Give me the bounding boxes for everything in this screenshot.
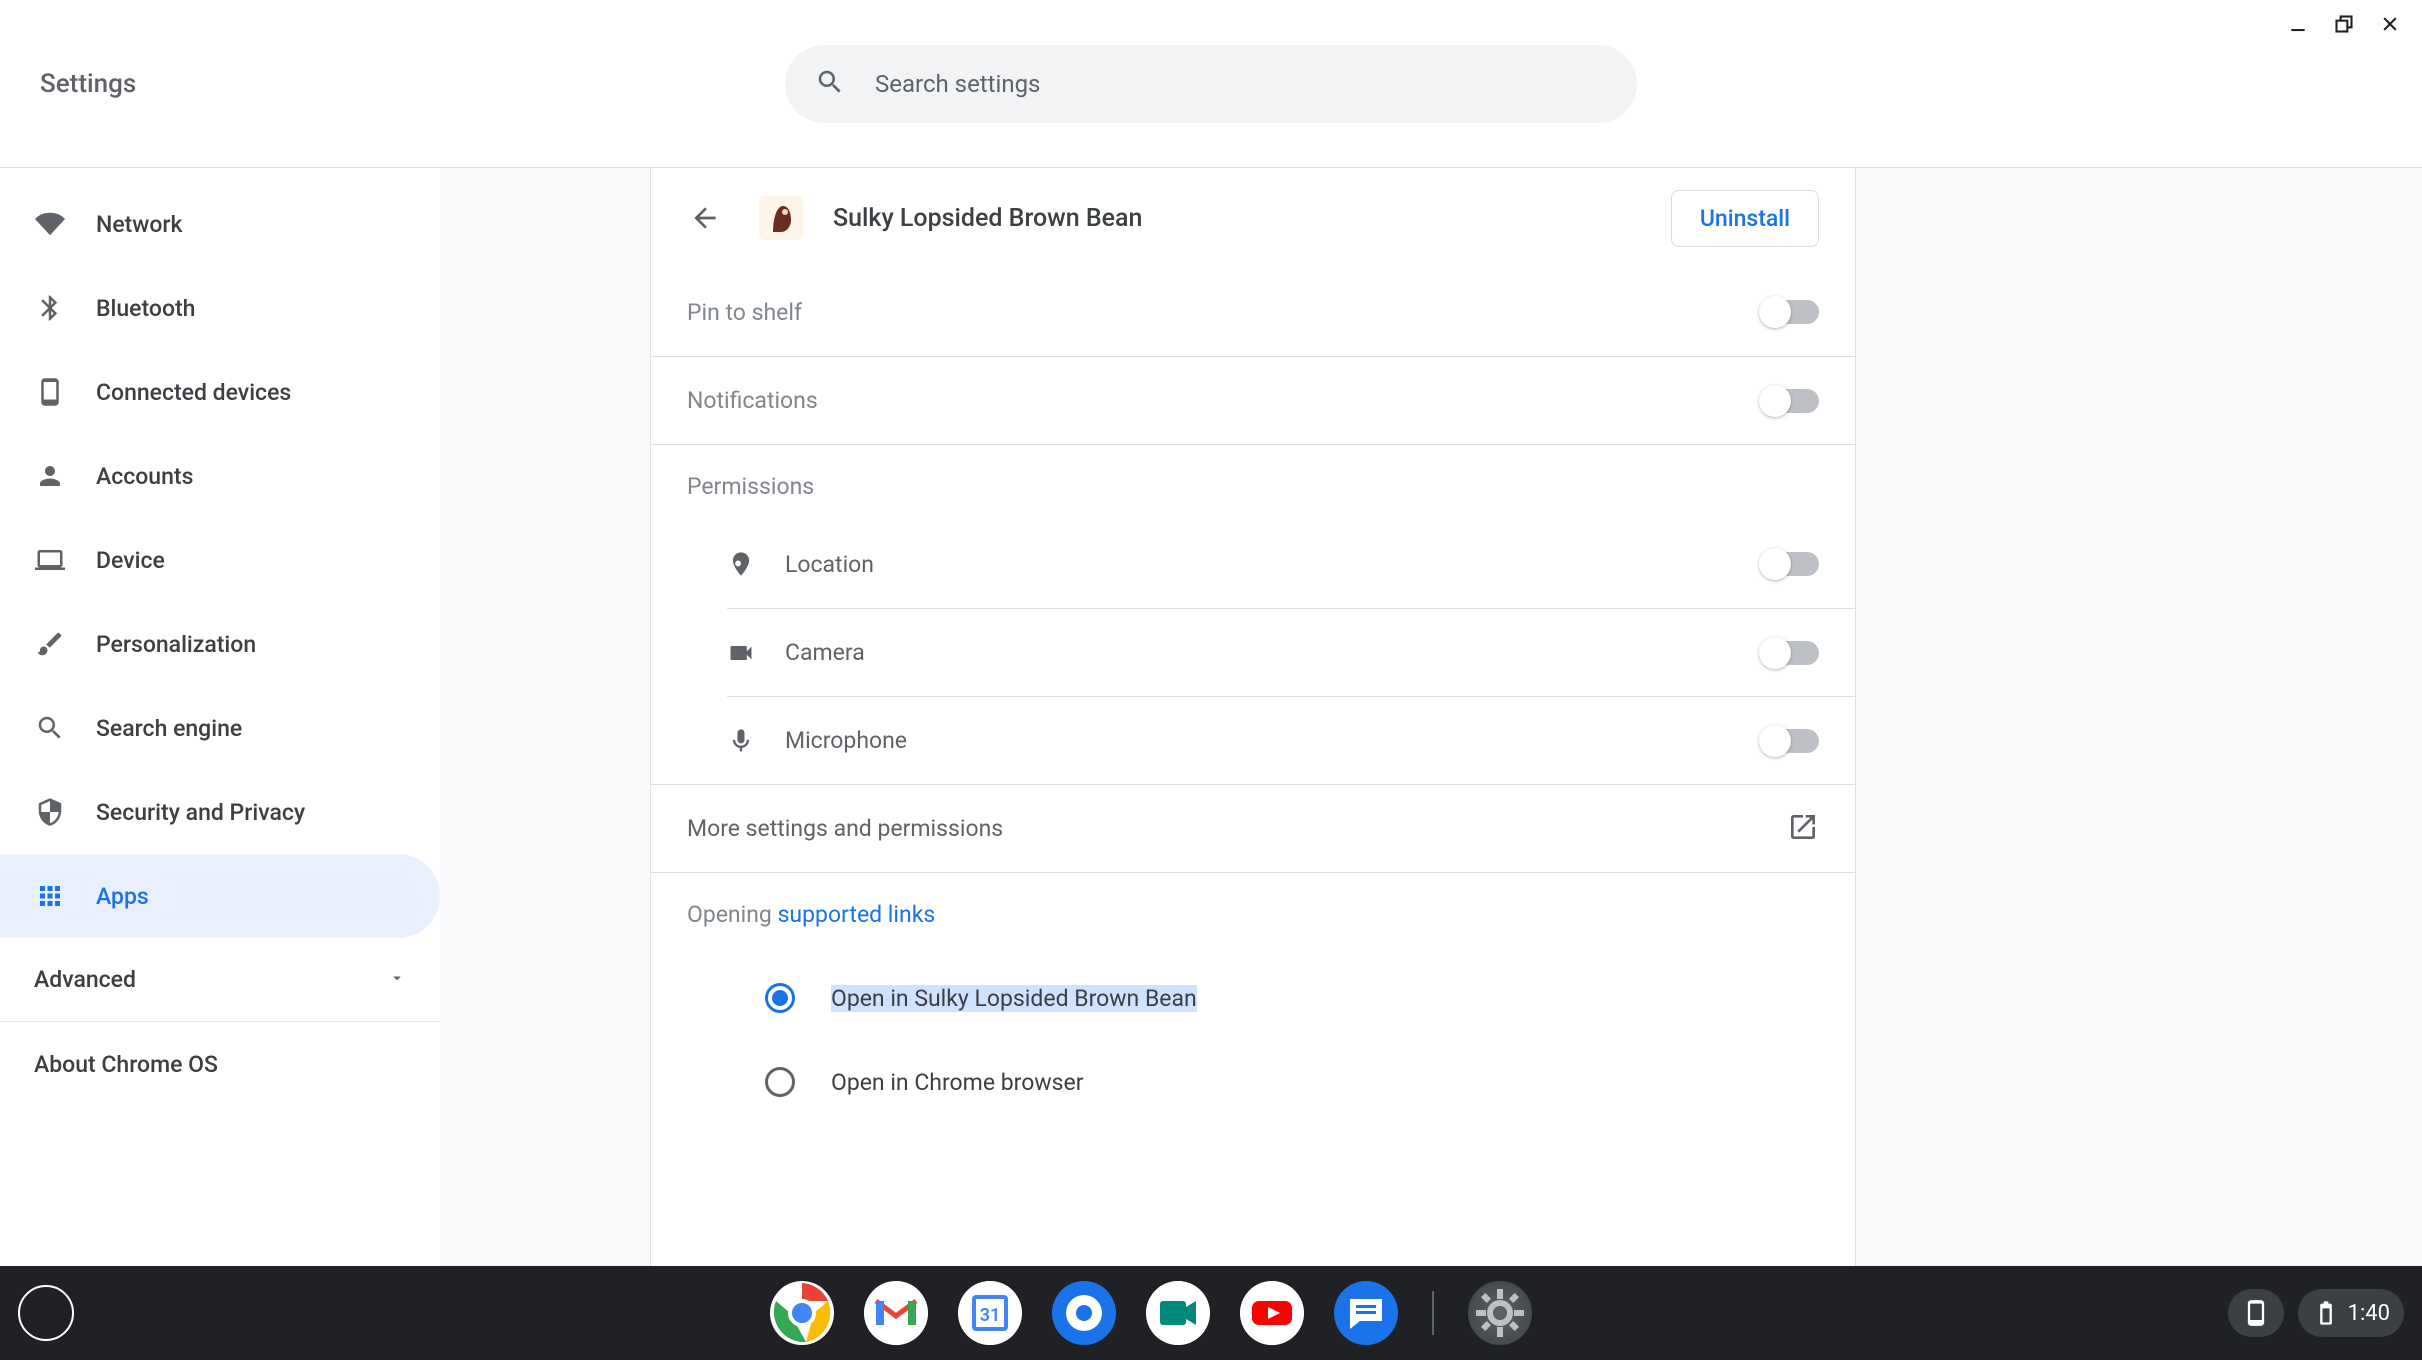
- sidebar-item-label: Apps: [96, 883, 149, 910]
- sidebar-item-search-engine[interactable]: Search engine: [0, 686, 440, 770]
- permission-microphone-label: Microphone: [785, 727, 907, 754]
- window-maximize-icon[interactable]: [2334, 14, 2354, 38]
- search-input[interactable]: [875, 70, 1607, 98]
- permission-camera-label: Camera: [785, 639, 865, 666]
- location-icon: [727, 550, 755, 578]
- opening-supported-links: Opening supported links: [651, 873, 1855, 956]
- radio-button-icon: [765, 1067, 795, 1097]
- permission-location-label: Location: [785, 551, 874, 578]
- window-close-icon[interactable]: [2380, 14, 2400, 38]
- magnifier-icon: [34, 712, 66, 744]
- sidebar-item-label: Accounts: [96, 463, 193, 490]
- tray-status[interactable]: 1:40: [2298, 1289, 2404, 1337]
- shelf-app-calendar[interactable]: 31: [958, 1281, 1022, 1345]
- sidebar-item-connected-devices[interactable]: Connected devices: [0, 350, 440, 434]
- app-icon: [759, 196, 803, 240]
- sidebar-item-accounts[interactable]: Accounts: [0, 434, 440, 518]
- sidebar-item-label: Personalization: [96, 631, 256, 658]
- sidebar-item-security-privacy[interactable]: Security and Privacy: [0, 770, 440, 854]
- app-name: Sulky Lopsided Brown Bean: [833, 204, 1671, 233]
- sidebar-item-bluetooth[interactable]: Bluetooth: [0, 266, 440, 350]
- uninstall-button[interactable]: Uninstall: [1671, 190, 1819, 247]
- back-button[interactable]: [687, 200, 723, 236]
- phone-icon: [34, 376, 66, 408]
- more-settings-row[interactable]: More settings and permissions: [651, 784, 1855, 872]
- sidebar-about[interactable]: About Chrome OS: [0, 1022, 440, 1106]
- shelf-app-files[interactable]: [1052, 1281, 1116, 1345]
- permissions-header: Permissions: [651, 445, 1855, 520]
- shelf-app-youtube[interactable]: [1240, 1281, 1304, 1345]
- shelf-app-gmail[interactable]: [864, 1281, 928, 1345]
- notifications-row: Notifications: [651, 356, 1855, 444]
- shelf: 31 1:40: [0, 1266, 2422, 1360]
- open-external-icon: [1787, 811, 1819, 847]
- shelf-separator: [1432, 1291, 1434, 1335]
- sidebar: Network Bluetooth Connected devices Acco…: [0, 168, 440, 1266]
- clock: 1:40: [2348, 1301, 2390, 1326]
- radio-open-in-app[interactable]: Open in Sulky Lopsided Brown Bean: [651, 956, 1855, 1040]
- microphone-toggle[interactable]: [1761, 729, 1819, 753]
- apps-grid-icon: [34, 880, 66, 912]
- battery-icon: [2312, 1299, 2340, 1327]
- about-label: About Chrome OS: [34, 1051, 218, 1078]
- sidebar-item-label: Security and Privacy: [96, 799, 305, 826]
- tray-phone-hub[interactable]: [2228, 1289, 2284, 1337]
- bluetooth-icon: [34, 292, 66, 324]
- sidebar-item-personalization[interactable]: Personalization: [0, 602, 440, 686]
- notifications-label: Notifications: [687, 387, 1761, 414]
- svg-text:31: 31: [979, 1305, 1000, 1326]
- shelf-app-settings[interactable]: [1468, 1281, 1532, 1345]
- radio-open-in-browser[interactable]: Open in Chrome browser: [651, 1040, 1855, 1124]
- window-minimize-icon[interactable]: [2288, 14, 2308, 38]
- pin-to-shelf-label: Pin to shelf: [687, 299, 1761, 326]
- camera-icon: [727, 639, 755, 667]
- more-settings-label: More settings and permissions: [687, 815, 1787, 842]
- settings-panel: Sulky Lopsided Brown Bean Uninstall Pin …: [650, 168, 1856, 1266]
- pin-to-shelf-row: Pin to shelf: [651, 268, 1855, 356]
- pin-to-shelf-toggle[interactable]: [1761, 300, 1819, 324]
- sidebar-item-label: Network: [96, 211, 183, 238]
- search-field[interactable]: [785, 45, 1637, 123]
- sidebar-item-device[interactable]: Device: [0, 518, 440, 602]
- radio-button-icon: [765, 983, 795, 1013]
- laptop-icon: [34, 544, 66, 576]
- search-icon: [815, 67, 875, 101]
- shelf-app-messages[interactable]: [1334, 1281, 1398, 1345]
- person-icon: [34, 460, 66, 492]
- sidebar-item-apps[interactable]: Apps: [0, 854, 440, 938]
- radio-label: Open in Chrome browser: [831, 1069, 1083, 1096]
- microphone-icon: [727, 727, 755, 755]
- advanced-label: Advanced: [34, 966, 136, 993]
- caret-down-icon: [388, 969, 406, 991]
- shield-icon: [34, 796, 66, 828]
- camera-toggle[interactable]: [1761, 641, 1819, 665]
- brush-icon: [34, 628, 66, 660]
- sidebar-item-label: Bluetooth: [96, 295, 195, 322]
- wifi-icon: [34, 208, 66, 240]
- notifications-toggle[interactable]: [1761, 389, 1819, 413]
- page-title: Settings: [40, 69, 136, 99]
- shelf-app-chrome[interactable]: [770, 1281, 834, 1345]
- location-toggle[interactable]: [1761, 552, 1819, 576]
- sidebar-item-label: Search engine: [96, 715, 242, 742]
- supported-links-link[interactable]: supported links: [778, 901, 936, 928]
- sidebar-advanced[interactable]: Advanced: [0, 938, 440, 1022]
- sidebar-item-label: Connected devices: [96, 379, 291, 406]
- shelf-app-meet[interactable]: [1146, 1281, 1210, 1345]
- sidebar-item-label: Device: [96, 547, 165, 574]
- launcher-button[interactable]: [18, 1285, 74, 1341]
- sidebar-item-network[interactable]: Network: [0, 182, 440, 266]
- radio-label: Open in Sulky Lopsided Brown Bean: [831, 985, 1197, 1012]
